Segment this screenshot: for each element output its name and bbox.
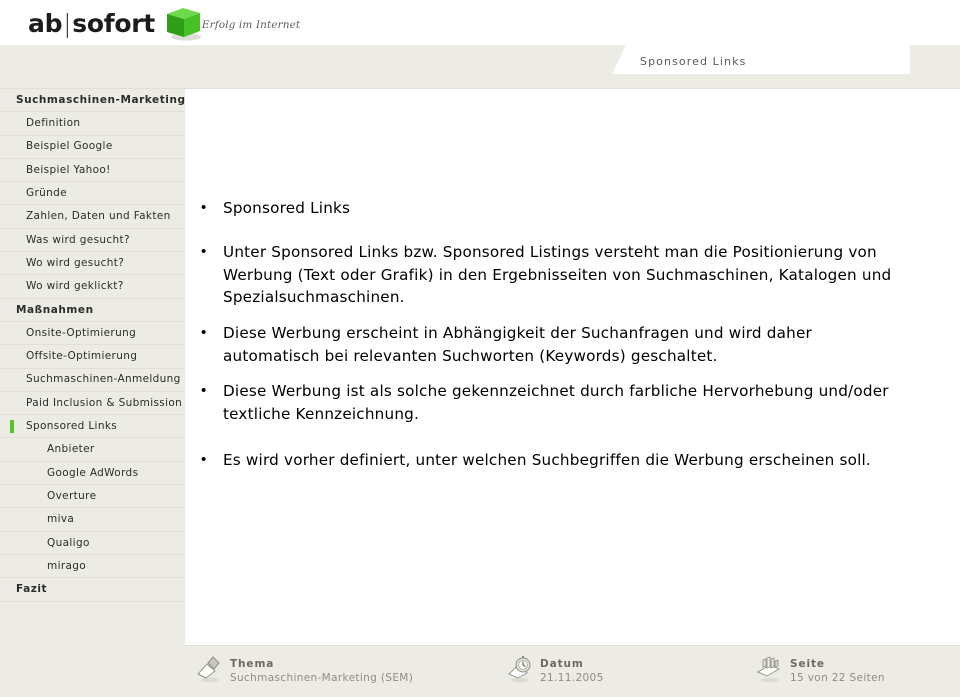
- clock-icon: [508, 656, 531, 683]
- sidebar-item-label: Anbieter: [47, 443, 95, 456]
- sidebar-item-anbieter[interactable]: Anbieter: [0, 438, 185, 462]
- sidebar-item-label: Gründe: [26, 187, 67, 200]
- footer-datum-value: 21.11.2005: [540, 672, 604, 684]
- sidebar-item-definition[interactable]: Definition: [0, 112, 185, 136]
- sidebar-item-beispiel-yahoo[interactable]: Beispiel Yahoo!: [0, 159, 185, 183]
- sidebar-item-label: Zahlen, Daten und Fakten: [26, 210, 171, 223]
- bullet-text: Diese Werbung erscheint in Abhängigkeit …: [223, 324, 812, 365]
- sidebar-item-label: Wo wird gesucht?: [26, 256, 125, 269]
- green-cube-icon: [166, 8, 201, 41]
- footer-seite-value: 15 von 22 Seiten: [790, 672, 885, 684]
- sidebar-item-label: Suchmaschinen-Marketing: [16, 93, 186, 106]
- page-header: ab|sofort Erfolg im Internet: [0, 0, 960, 45]
- footer-seite: Seite 15 von 22 Seiten: [755, 656, 885, 686]
- sidebar-nav[interactable]: Suchmaschinen-Marketing Definition Beispie…: [0, 89, 185, 697]
- footer-thema: Thema Suchmaschinen-Marketing (SEM): [195, 656, 413, 686]
- sidebar-item-label: Paid Inclusion & Submission: [26, 396, 183, 409]
- sidebar-item-onsite-optimierung[interactable]: Onsite-Optimierung: [0, 322, 185, 346]
- bullet-marker: •: [201, 243, 207, 260]
- sidebar-item-label: Beispiel Yahoo!: [26, 163, 111, 176]
- sidebar-item-label: Qualigo: [47, 536, 90, 549]
- section-tab-label: Sponsored Links: [640, 55, 747, 68]
- sidebar-item-qualigo[interactable]: Qualigo: [0, 532, 185, 555]
- bullet-marker: •: [201, 451, 207, 468]
- sidebar-item-label: mirago: [47, 559, 87, 572]
- pen-icon: [197, 656, 220, 683]
- footer-seite-label: Seite: [790, 658, 825, 670]
- sidebar-item-suchmaschinen-marketing[interactable]: Suchmaschinen-Marketing: [0, 89, 186, 113]
- current-item-marker: [10, 420, 14, 434]
- sidebar-item-was-wird-gesucht[interactable]: Was wird gesucht?: [0, 229, 185, 253]
- sidebar-item-label: Maßnahmen: [16, 303, 94, 316]
- slide-content: • Sponsored Links • Unter Sponsored Link…: [185, 89, 960, 645]
- footer-datum-label: Datum: [540, 658, 584, 670]
- content-bullet: • Diese Werbung erscheint in Abhängigkei…: [185, 322, 885, 367]
- title-band: [0, 45, 960, 89]
- sidebar-item-label: miva: [47, 513, 75, 526]
- sidebar-item-label: Overture: [47, 489, 97, 502]
- sidebar-item-suchmaschinen-anmeldung[interactable]: Suchmaschinen-Anmeldung: [0, 369, 185, 392]
- sidebar-item-label: Beispiel Google: [26, 140, 113, 153]
- sidebar-item-sponsored-links[interactable]: Sponsored Links: [0, 415, 185, 439]
- footer-datum-text: Datum 21.11.2005: [540, 656, 604, 686]
- sidebar-item-label: Fazit: [16, 583, 48, 596]
- sidebar-item-label: Definition: [26, 117, 81, 130]
- brand-name-part1: ab: [28, 8, 63, 38]
- brand-separator: |: [63, 8, 72, 38]
- sidebar-item-gr-nde[interactable]: Gründe: [0, 182, 185, 206]
- sidebar-item-ma-nahmen[interactable]: Maßnahmen: [0, 299, 185, 322]
- page-footer: Thema Suchmaschinen-Marketing (SEM) Datu…: [185, 645, 960, 697]
- sidebar-item-mirago[interactable]: mirago: [0, 555, 185, 579]
- sidebar-item-google-adwords[interactable]: Google AdWords: [0, 462, 185, 486]
- brand-cube-wrap: [160, 4, 201, 42]
- content-bullet: • Diese Werbung ist als solche gekennzei…: [185, 380, 915, 425]
- bullet-text: Sponsored Links: [223, 199, 351, 217]
- footer-datum: Datum 21.11.2005: [505, 656, 604, 686]
- sidebar-item-label: Sponsored Links: [26, 420, 118, 433]
- footer-thema-value: Suchmaschinen-Marketing (SEM): [230, 672, 414, 684]
- content-bullet: • Es wird vorher definiert, unter welche…: [185, 449, 915, 472]
- sidebar-item-miva[interactable]: miva: [0, 508, 185, 532]
- brand-wordmark: ab|sofort: [28, 9, 155, 38]
- bullet-marker: •: [201, 382, 207, 399]
- content-bullet: • Unter Sponsored Links bzw. Sponsored L…: [185, 241, 915, 309]
- content-bullet: • Sponsored Links: [185, 197, 885, 220]
- sidebar-item-label: Google AdWords: [47, 466, 139, 479]
- sidebar-item-wo-wird-geklickt[interactable]: Wo wird geklickt?: [0, 275, 185, 299]
- bullet-text: Diese Werbung ist als solche gekennzeich…: [223, 382, 889, 423]
- brand-tagline: Erfolg im Internet: [201, 19, 301, 31]
- sidebar-item-label: Wo wird geklickt?: [26, 280, 124, 293]
- brand-logo: ab|sofort Erfolg im Internet: [28, 4, 300, 42]
- sidebar-item-fazit[interactable]: Fazit: [0, 578, 185, 602]
- sidebar-item-zahlen-daten-und-fakten[interactable]: Zahlen, Daten und Fakten: [0, 205, 185, 229]
- footer-divider: [185, 645, 960, 646]
- pages-icon: [756, 656, 781, 683]
- sidebar-item-offsite-optimierung[interactable]: Offsite-Optimierung: [0, 345, 185, 369]
- bullet-text: Es wird vorher definiert, unter welchen …: [223, 451, 871, 469]
- bullet-marker: •: [201, 324, 207, 341]
- sidebar-item-paid-inclusion-submission[interactable]: Paid Inclusion & Submission: [0, 392, 185, 416]
- footer-thema-text: Thema Suchmaschinen-Marketing (SEM): [230, 656, 413, 686]
- sidebar-item-label: Suchmaschinen-Anmeldung: [26, 373, 181, 386]
- bullet-text: Unter Sponsored Links bzw. Sponsored Lis…: [223, 243, 892, 306]
- footer-thema-label: Thema: [230, 658, 275, 670]
- bullet-marker: •: [201, 199, 207, 216]
- sidebar-item-label: Was wird gesucht?: [26, 233, 130, 246]
- sidebar-item-label: Onsite-Optimierung: [26, 326, 137, 339]
- sidebar-item-label: Offsite-Optimierung: [26, 350, 138, 363]
- brand-name-part2: sofort: [72, 8, 155, 38]
- sidebar-item-beispiel-google[interactable]: Beispiel Google: [0, 136, 185, 159]
- sidebar-item-wo-wird-gesucht[interactable]: Wo wird gesucht?: [0, 252, 185, 276]
- footer-seite-text: Seite 15 von 22 Seiten: [790, 656, 885, 686]
- sidebar-item-overture[interactable]: Overture: [0, 485, 185, 509]
